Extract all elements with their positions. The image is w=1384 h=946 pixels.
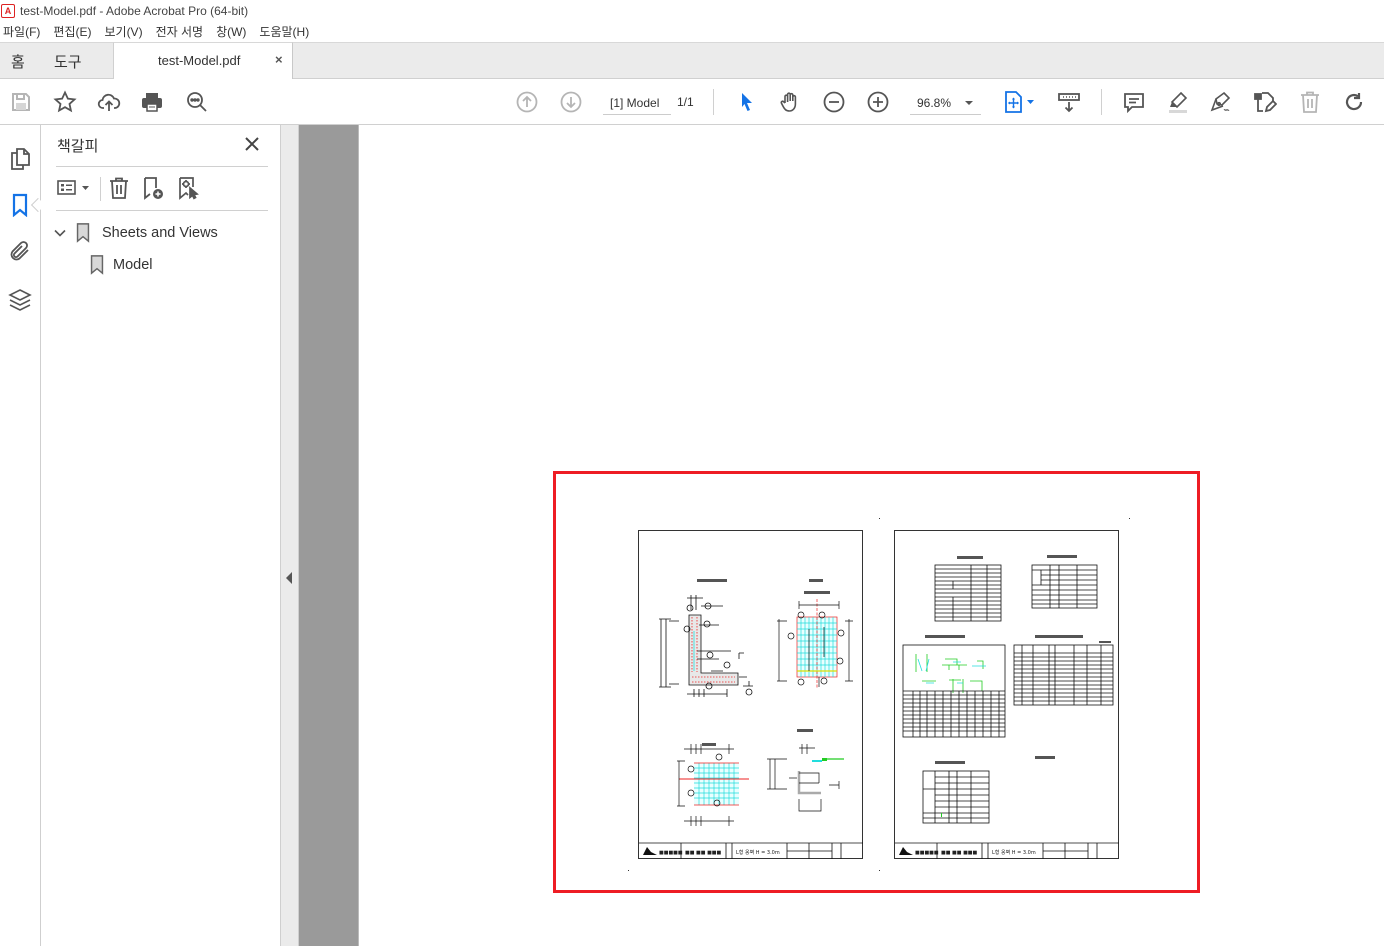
bookmark-label: Model xyxy=(113,257,153,273)
acrobat-icon: A xyxy=(1,3,15,18)
menu-esign[interactable]: 전자 서명 xyxy=(156,23,204,40)
sign-icon[interactable] xyxy=(1207,88,1235,116)
window-titlebar: A test-Model.pdf - Adobe Acrobat Pro (64… xyxy=(0,0,1384,21)
select-arrow-icon[interactable] xyxy=(732,88,760,116)
toolbar-divider xyxy=(1101,89,1102,115)
zoom-in-icon[interactable] xyxy=(864,88,892,116)
panel-divider xyxy=(56,210,268,211)
bookmarks-panel: 책갈피 Sheets and Views Model xyxy=(41,125,281,946)
new-bookmark-icon[interactable] xyxy=(140,175,166,201)
comment-icon[interactable] xyxy=(1120,88,1148,116)
tab-bar: 홈 도구 test-Model.pdf × xyxy=(0,42,1384,79)
print-icon[interactable] xyxy=(138,88,166,116)
options-menu-icon[interactable] xyxy=(55,175,93,201)
attachments-icon[interactable] xyxy=(6,237,34,265)
panel-title: 책갈피 xyxy=(57,138,99,155)
bookmark-icon xyxy=(76,223,90,243)
tool-divider xyxy=(100,177,101,201)
collapse-left-icon[interactable] xyxy=(286,572,292,584)
panel-divider xyxy=(56,166,268,167)
bookmark-item-sheets-and-views[interactable]: Sheets and Views xyxy=(53,223,218,243)
save-icon[interactable] xyxy=(7,88,35,116)
close-panel-button[interactable] xyxy=(243,135,261,153)
edit-pdf-icon[interactable] xyxy=(1251,88,1279,116)
window-title: test-Model.pdf - Adobe Acrobat Pro (64-b… xyxy=(20,3,249,18)
delete-bookmark-icon[interactable] xyxy=(106,175,132,201)
tab-home[interactable]: 홈 xyxy=(11,43,25,79)
left-navigation-rail xyxy=(0,125,46,946)
menu-file[interactable]: 파일(F) xyxy=(3,23,40,40)
bookmark-label: Sheets and Views xyxy=(102,225,218,241)
page-number-field[interactable]: [1] Model xyxy=(603,91,671,115)
delete-icon[interactable] xyxy=(1296,88,1324,116)
bookmark-item-model[interactable]: Model xyxy=(89,255,153,275)
bookmark-icon xyxy=(90,255,104,275)
document-background xyxy=(299,125,359,946)
selection-highlight-frame xyxy=(553,471,1200,893)
zoom-level-value: 96.8% xyxy=(917,95,952,110)
bookmarks-icon[interactable] xyxy=(6,191,34,219)
zoom-level-field[interactable]: 96.8% xyxy=(910,91,981,115)
fit-page-icon[interactable] xyxy=(1000,88,1038,116)
page-thumbnails-icon[interactable] xyxy=(6,145,34,173)
chevron-down-icon[interactable] xyxy=(53,226,67,240)
chevron-down-icon[interactable] xyxy=(965,101,973,105)
toolbar-divider xyxy=(713,89,714,115)
page-count: 1/1 xyxy=(677,95,694,109)
zoom-out-icon[interactable] xyxy=(820,88,848,116)
tab-document[interactable]: test-Model.pdf × xyxy=(113,42,293,79)
tab-document-label: test-Model.pdf xyxy=(158,53,241,68)
menu-window[interactable]: 창(W) xyxy=(216,23,246,40)
bookmark-from-selection-icon[interactable] xyxy=(175,175,201,201)
tab-tools[interactable]: 도구 xyxy=(54,43,82,79)
menu-edit[interactable]: 편집(E) xyxy=(53,23,91,40)
layers-icon[interactable] xyxy=(6,286,34,314)
previous-page-icon[interactable] xyxy=(513,88,541,116)
rotate-icon[interactable] xyxy=(1340,88,1368,116)
highlight-icon[interactable] xyxy=(1164,88,1192,116)
hand-tool-icon[interactable] xyxy=(776,88,804,116)
menu-help[interactable]: 도움말(H) xyxy=(259,23,309,40)
tab-close-button[interactable]: × xyxy=(275,52,283,67)
bookmark-star-icon[interactable] xyxy=(51,88,79,116)
upload-cloud-icon[interactable] xyxy=(95,88,123,116)
main-toolbar: [1] Model 1/1 96.8% xyxy=(0,79,1384,125)
search-zoom-icon[interactable] xyxy=(183,88,211,116)
next-page-icon[interactable] xyxy=(557,88,585,116)
panel-collapse-handle[interactable] xyxy=(281,125,299,946)
menu-view[interactable]: 보기(V) xyxy=(104,23,142,40)
menubar: 파일(F) 편집(E) 보기(V) 전자 서명 창(W) 도움말(H) xyxy=(0,21,1384,42)
scroll-mode-icon[interactable] xyxy=(1055,88,1083,116)
